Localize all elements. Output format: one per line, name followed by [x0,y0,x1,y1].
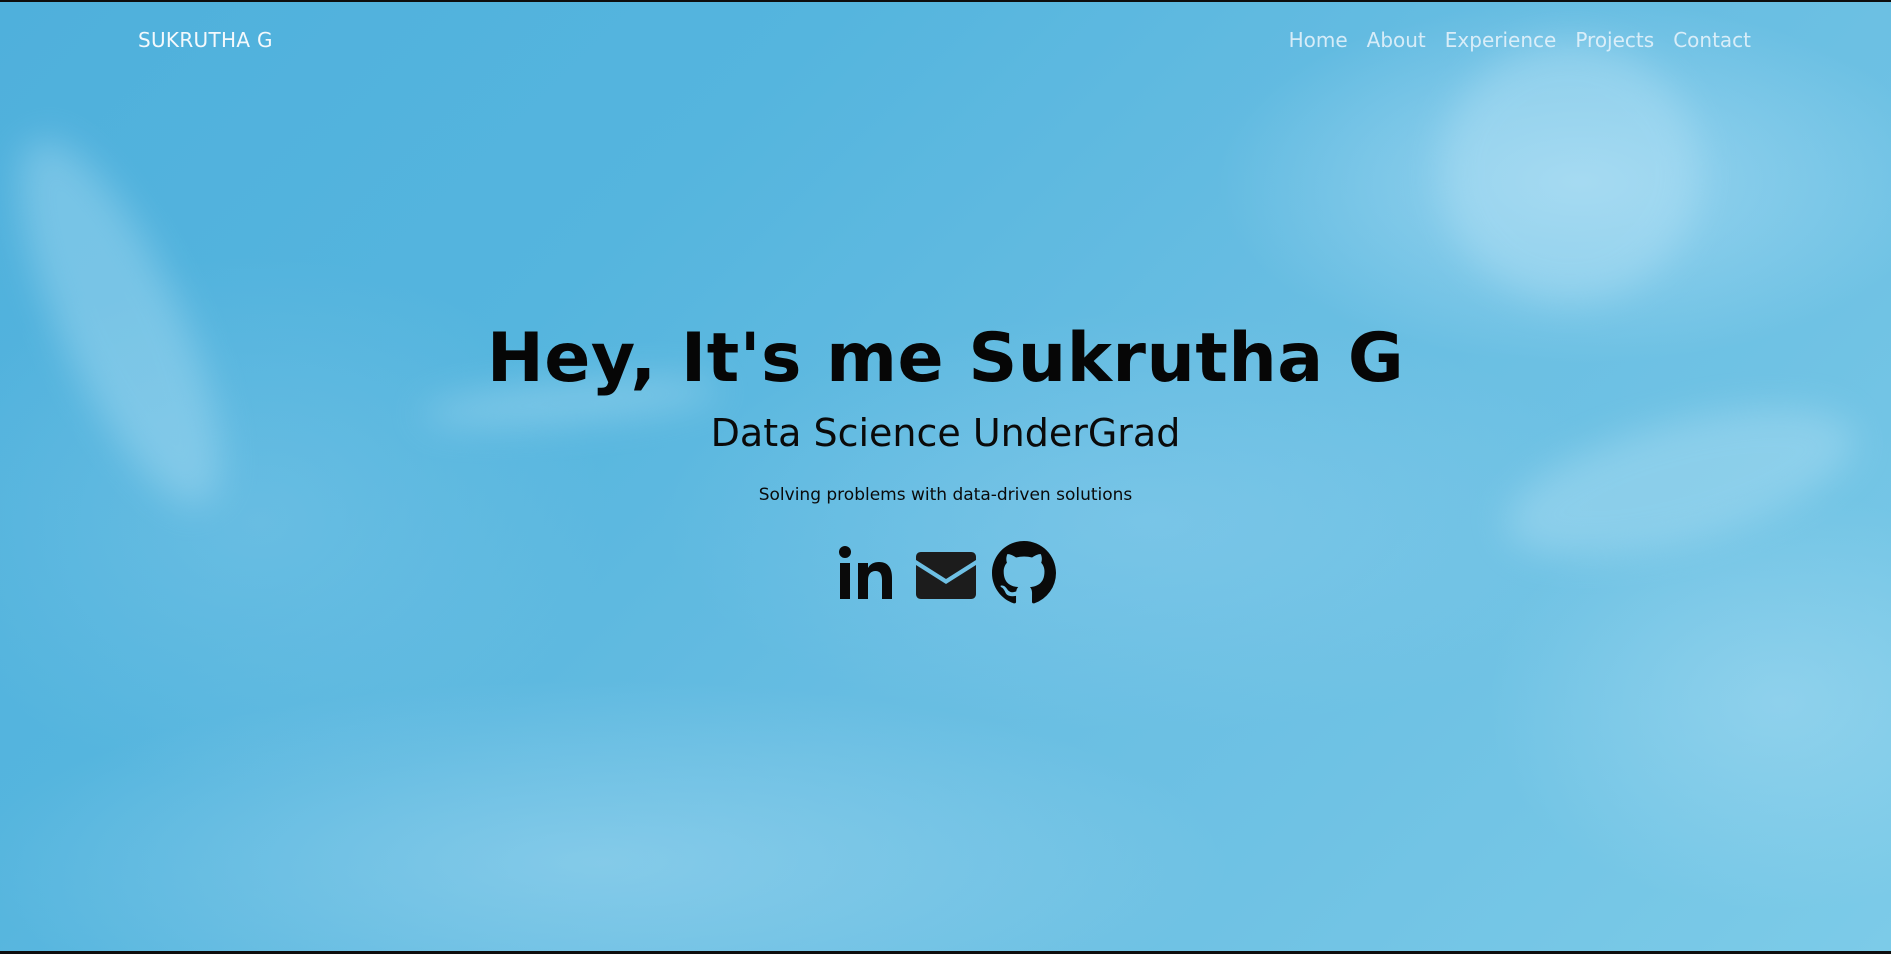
github-link[interactable] [991,540,1056,605]
nav-link-home[interactable]: Home [1289,28,1348,52]
github-icon [991,540,1056,604]
background-streak [1440,42,1700,302]
hero-subtitle: Data Science UnderGrad [710,410,1181,455]
linkedin-link[interactable] [836,541,900,605]
email-link[interactable] [914,541,978,605]
nav-link-contact[interactable]: Contact [1673,28,1751,52]
navbar: SUKRUTHA G Home About Experience Project… [0,2,1891,78]
nav-link-projects[interactable]: Projects [1575,28,1654,52]
nav-links: Home About Experience Projects Contact [1289,28,1751,52]
social-links [0,540,1891,605]
hero-tagline: Solving problems with data-driven soluti… [758,484,1133,505]
brand-logo[interactable]: SUKRUTHA G [138,28,273,52]
hero-section: Hey, It's me Sukrutha G Data Science Und… [0,319,1891,605]
page-background: SUKRUTHA G Home About Experience Project… [0,2,1891,951]
nav-link-experience[interactable]: Experience [1445,28,1557,52]
envelope-icon [915,551,976,599]
nav-link-about[interactable]: About [1367,28,1426,52]
linkedin-icon [838,545,892,599]
hero-title: Hey, It's me Sukrutha G [486,319,1405,398]
